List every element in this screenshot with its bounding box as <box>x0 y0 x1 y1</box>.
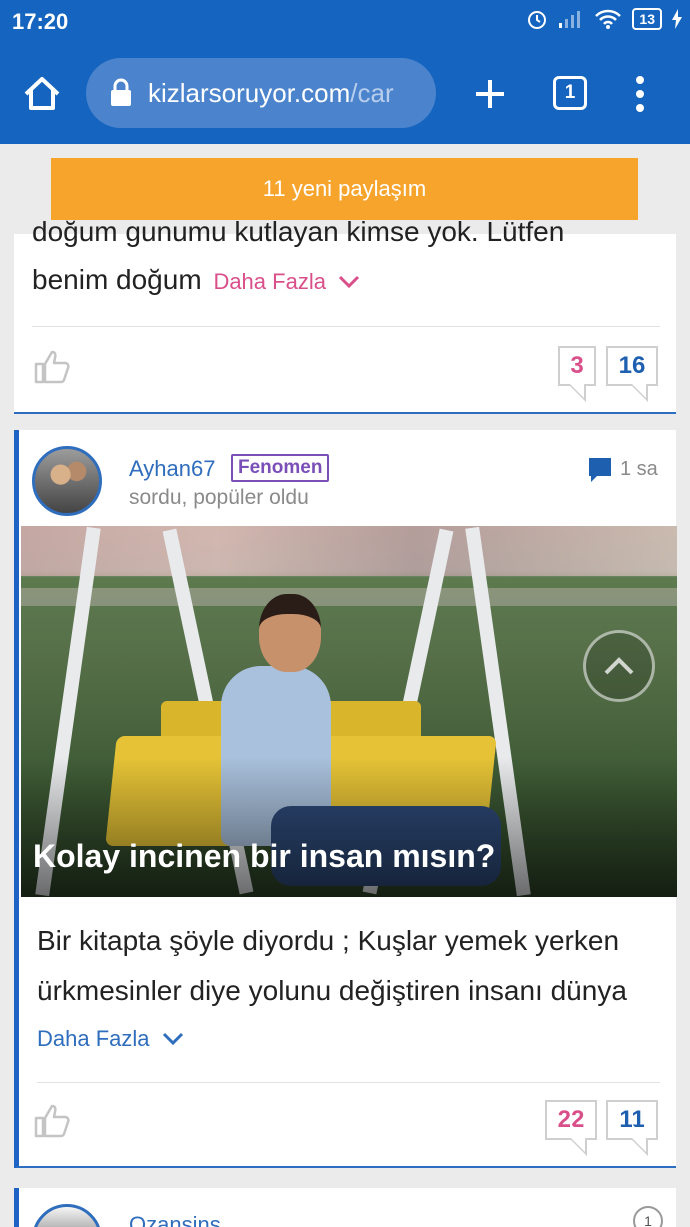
home-icon[interactable] <box>20 72 64 116</box>
battery-indicator: 13 <box>632 8 662 30</box>
card-divider <box>37 1082 660 1083</box>
charging-icon <box>672 9 682 29</box>
thumbs-up-icon[interactable] <box>32 1100 72 1140</box>
post-image[interactable]: Kolay incinen bir insan mısın? <box>21 526 677 897</box>
scroll-top-button[interactable] <box>583 630 655 702</box>
teaser-text: benim doğum <box>32 264 202 295</box>
post-body: Bir kitapta şöyle diyordu ; Kuşlar yemek… <box>37 925 627 1006</box>
read-more-label: Daha Fazla <box>37 1026 150 1051</box>
avatar[interactable] <box>32 446 102 516</box>
card-divider <box>32 326 660 327</box>
tabs-icon[interactable]: 1 <box>553 76 587 110</box>
lock-icon <box>111 78 131 106</box>
alarm-icon <box>528 11 547 29</box>
rank-badge: 1 <box>633 1206 663 1227</box>
image-shade <box>21 757 677 897</box>
chevron-down-icon <box>339 275 360 289</box>
avatar[interactable] <box>32 1204 102 1227</box>
browser-toolbar: kizlarsoruyor.com/car 1 <box>0 44 690 144</box>
plus-icon[interactable] <box>468 72 512 116</box>
status-bar: 17:20 13 <box>0 0 690 44</box>
url-text: kizlarsoruyor.com/car <box>148 78 394 109</box>
new-posts-banner[interactable]: 11 yeni paylaşım <box>51 158 638 220</box>
image-path <box>21 588 677 606</box>
read-more-label: Daha Fazla <box>213 269 326 294</box>
comment-count[interactable]: 16 <box>606 346 658 386</box>
post-title[interactable]: Kolay incinen bir insan mısın? <box>33 838 495 875</box>
username[interactable]: Ozansins <box>129 1212 221 1227</box>
menu-icon[interactable] <box>628 72 652 116</box>
feed-card: Ozansins 1 <box>14 1188 676 1227</box>
user-badge: Fenomen <box>231 454 330 482</box>
feed-card: doğum gunumu kutlayan kimse yok. Lütfen … <box>14 216 676 414</box>
url-host: kizlarsoruyor.com <box>148 77 351 108</box>
read-more-link[interactable]: Daha Fazla <box>213 269 360 294</box>
reaction-count[interactable]: 3 <box>558 346 596 386</box>
url-path: /car <box>350 77 394 108</box>
username[interactable]: Ayhan67 <box>129 456 215 482</box>
post-status: sordu, popüler oldu <box>129 486 309 509</box>
chevron-down-icon <box>162 1032 183 1046</box>
card-teaser: benim doğum Daha Fazla <box>32 264 360 296</box>
reaction-count[interactable]: 22 <box>545 1100 597 1140</box>
post-time: 1 sa <box>620 458 658 480</box>
comment-count[interactable]: 11 <box>606 1100 658 1140</box>
comment-icon <box>589 458 611 482</box>
card-text-cut: doğum gunumu kutlayan kimse yok. Lütfen <box>32 216 565 247</box>
address-bar[interactable]: kizlarsoruyor.com/car <box>86 58 436 128</box>
person-head <box>259 594 321 672</box>
image-background <box>21 526 677 576</box>
wifi-icon <box>595 9 622 29</box>
status-time: 17:20 <box>12 9 69 34</box>
feed: doğum gunumu kutlayan kimse yok. Lütfen … <box>0 144 690 1227</box>
thumbs-up-icon[interactable] <box>32 346 72 386</box>
status-icons: 13 <box>526 8 682 30</box>
feed-card: Ayhan67 Fenomen sordu, popüler oldu 1 sa… <box>14 430 677 1168</box>
read-more-link[interactable]: Daha Fazla <box>37 1026 184 1052</box>
chevron-up-icon <box>604 657 634 675</box>
signal-icon <box>559 11 581 28</box>
